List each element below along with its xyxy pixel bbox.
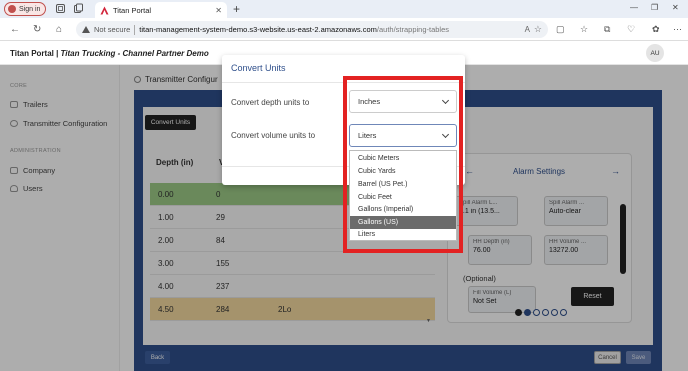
brand-name: Titan Portal | (10, 49, 61, 58)
home-icon[interactable]: ⌂ (56, 24, 62, 35)
highlight-annotation-frame (343, 76, 463, 253)
titan-favicon-icon (100, 6, 109, 14)
refresh-icon[interactable]: ↻ (33, 24, 41, 35)
warning-icon (82, 26, 90, 33)
tab-close-icon[interactable]: ✕ (215, 6, 222, 15)
browser-tab-bar: Sign in Titan Portal ✕ + — ❐ ✕ (0, 0, 688, 18)
brand-subtitle: Titan Trucking - Channel Partner Demo (60, 49, 209, 58)
url-host: titan-management-system-demo.s3-website.… (139, 25, 377, 34)
tab-titan-portal[interactable]: Titan Portal ✕ (95, 2, 227, 18)
window-close-icon[interactable]: ✕ (672, 3, 679, 12)
sign-in-button[interactable]: Sign in (4, 2, 46, 16)
user-avatar[interactable]: AU (646, 44, 664, 62)
split-screen-icon[interactable]: ▢ (556, 24, 565, 35)
read-aloud-icon[interactable]: A (525, 25, 530, 34)
restore-icon[interactable]: ❐ (651, 3, 658, 12)
url-separator (134, 24, 136, 35)
modal-title: Convert Units (231, 63, 286, 73)
tab-groups-icon[interactable] (55, 3, 66, 14)
collections-icon[interactable] (73, 3, 84, 14)
tab-title: Titan Portal (113, 5, 152, 15)
url-text: titan-management-system-demo.s3-website.… (139, 25, 520, 34)
collections-toolbar-icon[interactable]: ⧉ (604, 24, 610, 35)
copilot-icon[interactable]: ✿ (652, 24, 660, 35)
favorite-star-icon[interactable]: ☆ (534, 24, 542, 35)
extensions-icon[interactable]: ♡ (627, 24, 635, 35)
profile-icon (8, 5, 16, 13)
sign-in-label: Sign in (19, 5, 41, 13)
favorites-icon[interactable]: ☆ (580, 24, 588, 35)
minimize-icon[interactable]: — (630, 3, 638, 12)
url-path: /auth/strapping-tables (376, 25, 450, 34)
url-field[interactable]: Not secure titan-management-system-demo.… (76, 21, 548, 38)
back-arrow-icon[interactable]: ← (10, 24, 20, 35)
depth-units-label: Convert depth units to (231, 98, 310, 107)
brand-title: Titan Portal | Titan Trucking - Channel … (10, 49, 209, 58)
new-tab-icon[interactable]: + (233, 2, 240, 16)
volume-units-label: Convert volume units to (231, 131, 316, 140)
not-secure-label: Not secure (94, 25, 131, 34)
browser-address-bar: ← ↻ ⌂ Not secure titan-management-system… (0, 18, 688, 41)
browser-menu-icon[interactable]: ⋯ (673, 24, 682, 35)
